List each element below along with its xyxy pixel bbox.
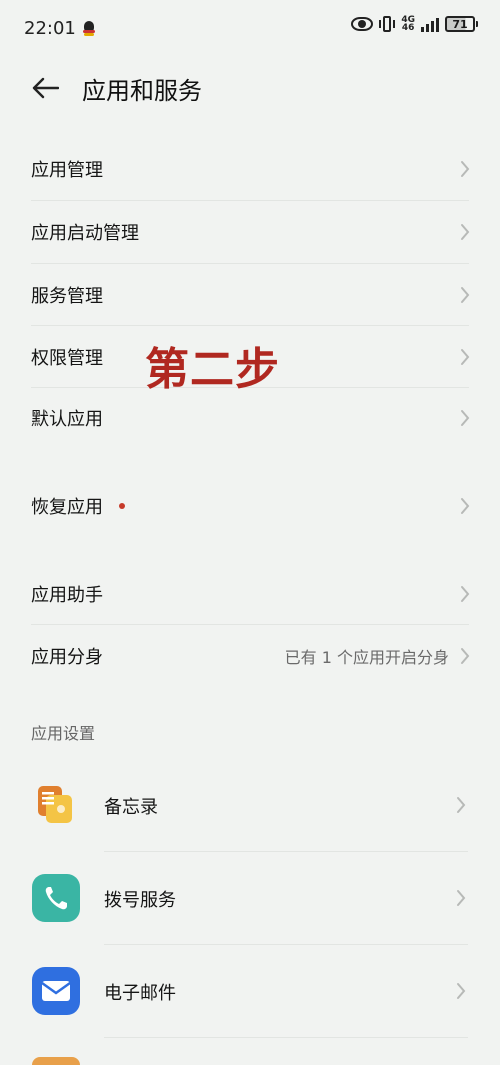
app-row-email[interactable]: 电子邮件 [0, 945, 500, 1037]
settings-card-main: 应用管理 应用启动管理 服务管理 权限管理 默认应用 [14, 138, 486, 450]
divider [104, 1037, 468, 1038]
chevron-right-icon [455, 889, 467, 907]
chevron-right-icon [455, 796, 467, 814]
back-arrow-icon[interactable] [30, 73, 60, 103]
battery-level: 71 [445, 16, 475, 32]
row-app-twin[interactable]: 应用分身 已有 1 个应用开启分身 [31, 625, 471, 687]
section-title-app-settings: 应用设置 [31, 724, 96, 743]
status-bar: 22:01 4G 46 71 [0, 0, 500, 56]
chevron-right-icon [455, 982, 467, 1000]
battery-icon: 71 [445, 16, 478, 32]
step-annotation: 第二步 [145, 344, 280, 395]
partial-app-icon [32, 1057, 80, 1065]
row-restore-apps[interactable]: 恢复应用 [31, 476, 471, 536]
app-row-memo[interactable]: 备忘录 [0, 759, 500, 851]
row-label: 权限管理 [31, 347, 103, 369]
row-label: 应用分身 [31, 647, 103, 668]
phone-icon [32, 874, 80, 922]
row-app-assistant[interactable]: 应用助手 [31, 563, 471, 624]
row-value: 已有 1 个应用开启分身 [284, 648, 449, 667]
chevron-right-icon [459, 348, 471, 366]
mail-icon [32, 967, 80, 1015]
memo-icon [32, 781, 80, 829]
row-label: 应用管理 [31, 160, 103, 181]
new-badge-dot [119, 503, 125, 509]
row-label: 默认应用 [31, 409, 103, 430]
row-label: 应用助手 [31, 584, 103, 606]
chevron-right-icon [459, 223, 471, 241]
app-label: 备忘录 [104, 797, 158, 818]
row-app-launch-management[interactable]: 应用启动管理 [31, 201, 471, 263]
vibrate-icon [379, 16, 396, 32]
app-label: 电子邮件 [104, 983, 176, 1004]
signal-icon [421, 16, 439, 32]
row-label: 恢复应用 [31, 497, 103, 518]
chevron-right-icon [459, 585, 471, 603]
status-time: 22:01 [24, 17, 76, 39]
settings-card-restore: 恢复应用 [14, 468, 486, 544]
chevron-right-icon [459, 647, 471, 665]
row-label: 服务管理 [31, 285, 103, 307]
chevron-right-icon [459, 497, 471, 515]
row-app-management[interactable]: 应用管理 [31, 138, 471, 200]
chevron-right-icon [459, 286, 471, 304]
page-header: 应用和服务 [0, 56, 500, 120]
chevron-right-icon [459, 409, 471, 427]
app-row-dialer[interactable]: 拨号服务 [0, 852, 500, 944]
qq-notification-icon [82, 20, 95, 36]
row-default-apps[interactable]: 默认应用 [31, 388, 471, 448]
settings-card-assist: 应用助手 应用分身 已有 1 个应用开启分身 [14, 563, 486, 687]
row-label: 应用启动管理 [31, 223, 139, 244]
network-type-icon: 4G 46 [401, 15, 415, 33]
status-icons: 4G 46 71 [351, 15, 478, 33]
chevron-right-icon [459, 160, 471, 178]
page-title: 应用和服务 [82, 76, 202, 105]
eye-comfort-icon [351, 17, 374, 31]
row-service-management[interactable]: 服务管理 [31, 264, 471, 325]
app-label: 拨号服务 [104, 890, 176, 911]
